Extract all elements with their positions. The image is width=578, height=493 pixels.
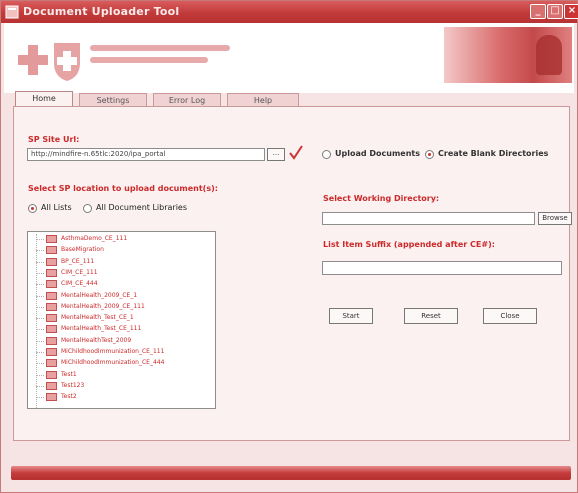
tree-branch-line [36,250,44,252]
tree-item[interactable]: MiChildhoodImmunization_CE_444 [36,358,214,368]
list-icon [46,302,57,311]
cross-shield-logo-icon [18,43,80,81]
start-button[interactable]: Start [329,308,373,324]
sp-list-tree[interactable]: AsthmaDemo_CE_111 BaseMigration BP_CE_111 C… [27,231,216,409]
list-icon [46,370,57,379]
tree-item[interactable]: Test2 [36,392,214,402]
tree-item-label: Test123 [61,381,85,389]
tree-item-label: Test1 [61,370,77,378]
tree-branch-line [36,363,44,365]
window-title: Document Uploader Tool [23,5,180,18]
sp-site-url-input[interactable]: http://mindfire-n.65tlc:2020/ipa_portal [27,148,265,161]
sp-location-label: Select SP location to upload document(s)… [28,184,218,193]
tree-branch-line [36,306,44,308]
list-icon [46,393,57,402]
tree-item-label: BP_CE_111 [61,257,95,265]
list-item-suffix-label: List Item Suffix (appended after CE#): [323,240,495,249]
tree-branch-line [36,352,44,353]
app-icon [5,5,19,19]
tree-item-label: MentalHealthTest_2009 [61,336,132,344]
tab-settings[interactable]: Settings [79,93,147,106]
tree-item-label: MiChildhoodImmunization_CE_444 [61,359,165,367]
tree-item[interactable]: BaseMigration [36,245,214,255]
list-item-suffix-input[interactable] [322,261,562,275]
reset-button[interactable]: Reset [404,308,458,324]
tree-item[interactable]: MiChildhoodImmunization_CE_111 [36,347,214,357]
tree-branch-line [36,272,44,274]
title-bar[interactable]: Document Uploader Tool _ □ × [1,1,578,23]
tree-item-label: Test2 [61,393,77,401]
tree-item[interactable]: MentalHealth_Test_CE_1 [36,313,214,323]
tab-error-log[interactable]: Error Log [153,93,221,106]
checkmark-icon [289,145,303,160]
create-blank-directories-radio[interactable] [425,150,434,159]
tree-item[interactable]: CIM_CE_444 [36,279,214,289]
tree-item[interactable]: MentalHealth_2009_CE_111 [36,302,214,312]
working-directory-label: Select Working Directory: [323,194,440,203]
list-icon [46,291,57,300]
all-lists-radio[interactable] [28,204,37,213]
working-directory-input[interactable] [322,212,535,225]
tree-branch-line [36,239,44,240]
tree-item-label: CIM_CE_111 [61,268,98,276]
tree-branch-line [36,261,44,263]
upload-documents-label: Upload Documents [335,149,420,158]
tree-branch-line [36,374,44,376]
company-name-graphic [90,45,240,69]
tab-help[interactable]: Help [227,93,299,106]
list-icon [46,235,57,243]
app-window: Document Uploader Tool _ □ × Home Settin… [0,0,578,493]
close-window-button[interactable]: × [564,4,578,19]
list-icon [46,336,57,345]
tree-branch-line [36,397,44,399]
list-icon [46,246,57,255]
tree-item-label: MentalHealth_2009_CE_111 [61,302,145,310]
tree-branch-line [36,385,44,387]
list-icon [46,280,57,289]
upload-documents-radio[interactable] [322,150,331,159]
tree-item-label: MiChildhoodImmunization_CE_111 [61,348,165,355]
banner-photo [444,27,572,83]
header-banner [4,23,574,93]
tree-item[interactable]: Test123 [36,381,214,391]
tree-branch-line [36,329,44,331]
list-icon [46,314,57,323]
maximize-button[interactable]: □ [547,4,563,19]
list-icon [46,268,57,277]
all-document-libraries-radio[interactable] [83,204,92,213]
tree-item[interactable]: MentalHealthTest_2009 [36,336,214,346]
all-document-libraries-label: All Document Libraries [96,203,187,212]
tree-item-label: AsthmaDemo_CE_111 [61,235,128,242]
list-icon [46,325,57,334]
close-button[interactable]: Close [483,308,537,324]
tree-item-label: MentalHealth_Test_CE_1 [61,314,134,322]
list-icon [46,257,57,266]
all-lists-label: All Lists [41,203,72,212]
tree-branch-line [36,318,44,320]
sp-site-url-browse-button[interactable]: ... [267,148,285,161]
tree-branch-line [36,284,44,286]
tree-item-label: MentalHealth_2009_CE_1 [61,291,138,299]
tab-home[interactable]: Home [15,91,73,107]
tree-item[interactable]: AsthmaDemo_CE_111 [36,234,214,244]
tree-item[interactable]: BP_CE_111 [36,257,214,267]
list-icon [46,381,57,390]
status-bar [11,466,571,480]
tree-item-label: MentalHealth_Test_CE_111 [61,325,142,333]
tree-item[interactable]: CIM_CE_111 [36,268,214,278]
tree-branch-line [36,340,44,342]
list-icon [46,359,57,368]
list-icon [46,348,57,356]
tree-branch-line [36,295,44,297]
minimize-button[interactable]: _ [530,4,546,19]
tree-item[interactable]: MentalHealth_2009_CE_1 [36,291,214,301]
create-blank-directories-label: Create Blank Directories [438,149,549,158]
tree-item[interactable]: MentalHealth_Test_CE_111 [36,324,214,334]
tree-item-label: BaseMigration [61,246,104,254]
person-image [536,35,562,75]
browse-button[interactable]: Browse [538,212,572,225]
tree-item[interactable]: Test1 [36,370,214,380]
tree-item-label: CIM_CE_444 [61,280,98,288]
sp-site-url-label: SP Site Url: [28,135,80,144]
